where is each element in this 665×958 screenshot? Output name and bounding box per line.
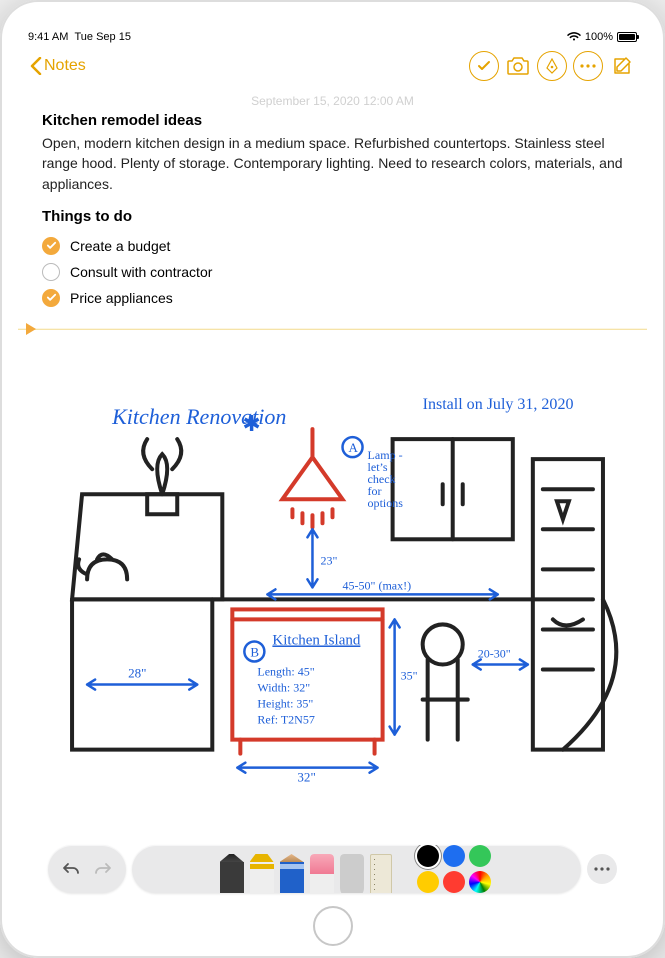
battery-percent: 100% [585, 31, 613, 43]
checklist: Create a budget Consult with contractor … [42, 233, 623, 311]
swatch-rainbow[interactable] [469, 871, 491, 893]
note-title[interactable]: Kitchen remodel ideas [42, 112, 623, 129]
dim-width: 32" [297, 770, 315, 785]
check-circle-icon[interactable] [42, 289, 60, 307]
spec-height: Height: 35" [257, 697, 313, 711]
annotation-a: Lamp -let’scheckforoptions [368, 448, 404, 510]
nav-actions [469, 51, 635, 81]
lasso-tool[interactable] [340, 854, 364, 893]
screen: 9:41 AM Tue Sep 15 100% Notes [18, 28, 647, 900]
check-circle-icon[interactable] [42, 237, 60, 255]
kitchen-sketch: Kitchen Renovation ✱ Install on July 31,… [42, 369, 623, 800]
status-left: 9:41 AM Tue Sep 15 [28, 31, 131, 43]
pen-tool[interactable] [220, 854, 244, 893]
ipad-frame: 9:41 AM Tue Sep 15 100% Notes [0, 0, 665, 958]
undo-icon [62, 862, 80, 876]
svg-text:B: B [250, 645, 259, 660]
drawing-canvas[interactable]: Kitchen Renovation ✱ Install on July 31,… [42, 335, 623, 834]
note-timestamp: September 15, 2020 12:00 AM [42, 94, 623, 108]
toolbar-more-button[interactable] [587, 854, 617, 884]
nav-bar: Notes [18, 46, 647, 86]
status-bar: 9:41 AM Tue Sep 15 100% [18, 28, 647, 46]
back-button[interactable]: Notes [30, 57, 86, 75]
status-right: 100% [567, 31, 637, 43]
ellipsis-icon [594, 867, 610, 871]
note-content: September 15, 2020 12:00 AM Kitchen remo… [18, 86, 647, 838]
checklist-item[interactable]: Consult with contractor [42, 259, 623, 285]
redo-icon [94, 862, 112, 876]
checklist-label: Create a budget [70, 238, 170, 254]
separator-handle-icon [26, 323, 36, 335]
dim-range: 45-50" (max!) [343, 578, 412, 592]
ellipsis-icon [580, 64, 596, 68]
chevron-left-icon [30, 57, 42, 75]
spec-length: Length: 45" [257, 665, 314, 679]
section-title[interactable]: Things to do [42, 208, 623, 225]
check-circle-icon[interactable] [42, 263, 60, 281]
swatch-yellow[interactable] [417, 871, 439, 893]
checklist-item[interactable]: Price appliances [42, 285, 623, 311]
drawing-separator[interactable] [18, 321, 647, 335]
checklist-label: Consult with contractor [70, 264, 212, 280]
status-time: 9:41 AM [28, 31, 68, 43]
more-button[interactable] [573, 51, 603, 81]
island-heading: Kitchen Island [272, 633, 360, 649]
spec-width: Width: 32" [257, 681, 310, 695]
compose-icon [611, 55, 633, 77]
marker-tool[interactable] [250, 854, 274, 893]
ruler-tool[interactable] [370, 854, 392, 893]
wifi-icon [567, 32, 581, 42]
undo-redo-group [48, 845, 126, 893]
camera-button[interactable] [505, 51, 531, 81]
checklist-label: Price appliances [70, 290, 173, 306]
swatch-blue[interactable] [443, 845, 465, 867]
camera-icon [506, 56, 530, 76]
back-label: Notes [44, 57, 86, 75]
note-body[interactable]: Open, modern kitchen design in a medium … [42, 133, 623, 194]
dim-right: 20-30" [478, 647, 511, 661]
swatch-black[interactable] [417, 845, 439, 867]
dim-lamp: 23" [320, 553, 337, 567]
markup-button[interactable] [537, 51, 567, 81]
spec-ref: Ref: T2N57 [257, 713, 315, 727]
swatch-red[interactable] [443, 871, 465, 893]
dim-height: 35" [401, 669, 418, 683]
eraser-tool[interactable] [310, 854, 334, 893]
svg-text:✱: ✱ [242, 411, 260, 436]
battery-icon [617, 32, 637, 42]
tools-group [132, 845, 581, 893]
checklist-button[interactable] [469, 51, 499, 81]
status-date: Tue Sep 15 [74, 31, 130, 43]
dim-left: 28" [128, 666, 146, 681]
home-button[interactable] [313, 906, 353, 946]
checklist-item[interactable]: Create a budget [42, 233, 623, 259]
markup-toolbar [18, 838, 647, 900]
color-swatches [414, 845, 494, 893]
pencil-tool[interactable] [280, 854, 304, 893]
redo-button[interactable] [90, 856, 116, 882]
compose-button[interactable] [609, 51, 635, 81]
undo-button[interactable] [58, 856, 84, 882]
check-icon [477, 59, 491, 73]
pen-tip-icon [544, 58, 560, 74]
install-note: Install on July 31, 2020 [423, 396, 574, 413]
swatch-green[interactable] [469, 845, 491, 867]
svg-text:A: A [349, 440, 359, 455]
